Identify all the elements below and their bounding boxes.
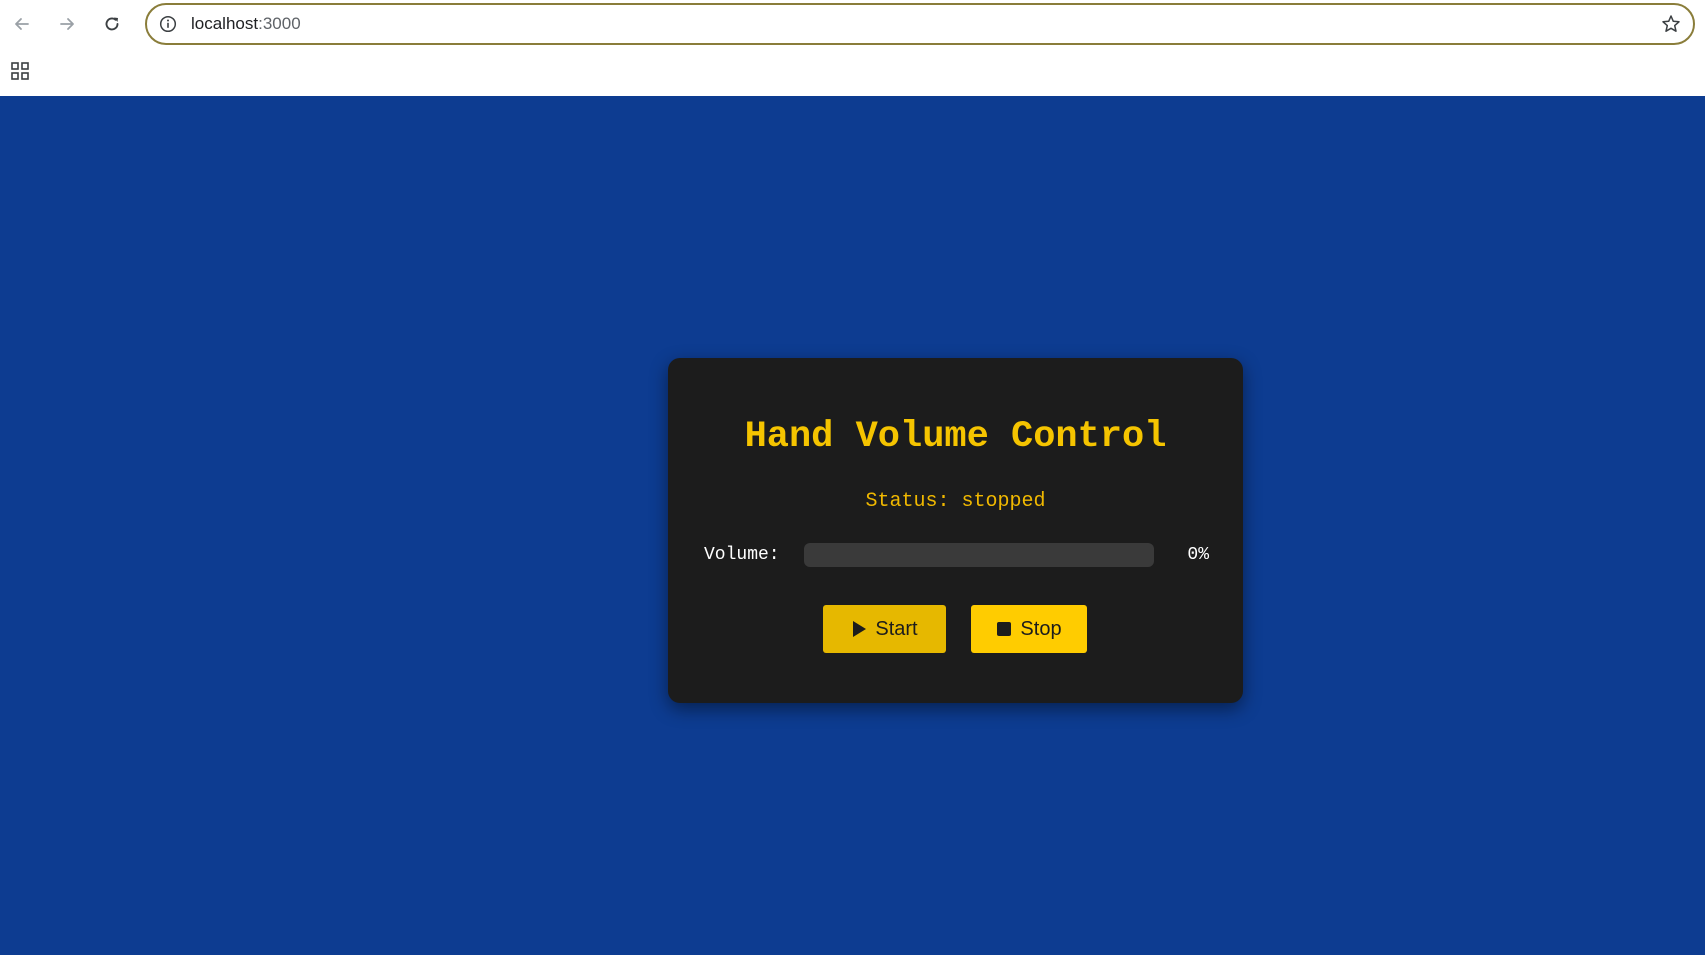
status-text: Status: stopped [668, 490, 1243, 513]
url-text[interactable]: localhost:3000 [191, 5, 301, 43]
volume-label: Volume: [704, 545, 780, 565]
url-host: localhost [191, 14, 259, 33]
volume-row: Volume: 0% [704, 542, 1209, 568]
reload-button[interactable] [98, 10, 126, 38]
back-arrow-icon [15, 18, 29, 30]
forward-button[interactable] [53, 10, 81, 38]
star-icon[interactable] [1661, 14, 1681, 34]
status-label: Status: [865, 490, 950, 513]
back-button[interactable] [8, 10, 36, 38]
bookmarks-bar [0, 50, 1705, 96]
stop-icon [997, 622, 1012, 636]
url-port: :3000 [258, 14, 301, 33]
browser-toolbar: localhost:3000 [0, 0, 1705, 50]
page-title: Hand Volume Control [744, 416, 1167, 458]
start-button-label: Start [875, 617, 918, 640]
control-card: Hand Volume Control Status: stopped Volu… [668, 358, 1243, 703]
volume-value: 0% [1187, 545, 1209, 565]
apps-grid-icon[interactable] [10, 61, 30, 81]
forward-arrow-icon [60, 18, 74, 30]
button-row: Start Stop [668, 605, 1243, 653]
reload-icon [105, 17, 119, 31]
stop-button-label: Stop [1020, 617, 1062, 640]
stop-button[interactable]: Stop [971, 605, 1087, 653]
address-bar[interactable]: localhost:3000 [145, 3, 1695, 45]
status-value: stopped [961, 490, 1046, 513]
volume-bar [804, 543, 1154, 567]
start-button[interactable]: Start [823, 605, 946, 653]
page-background: Hand Volume Control Status: stopped Volu… [0, 96, 1705, 955]
info-icon[interactable] [159, 15, 177, 33]
play-icon [853, 621, 867, 637]
